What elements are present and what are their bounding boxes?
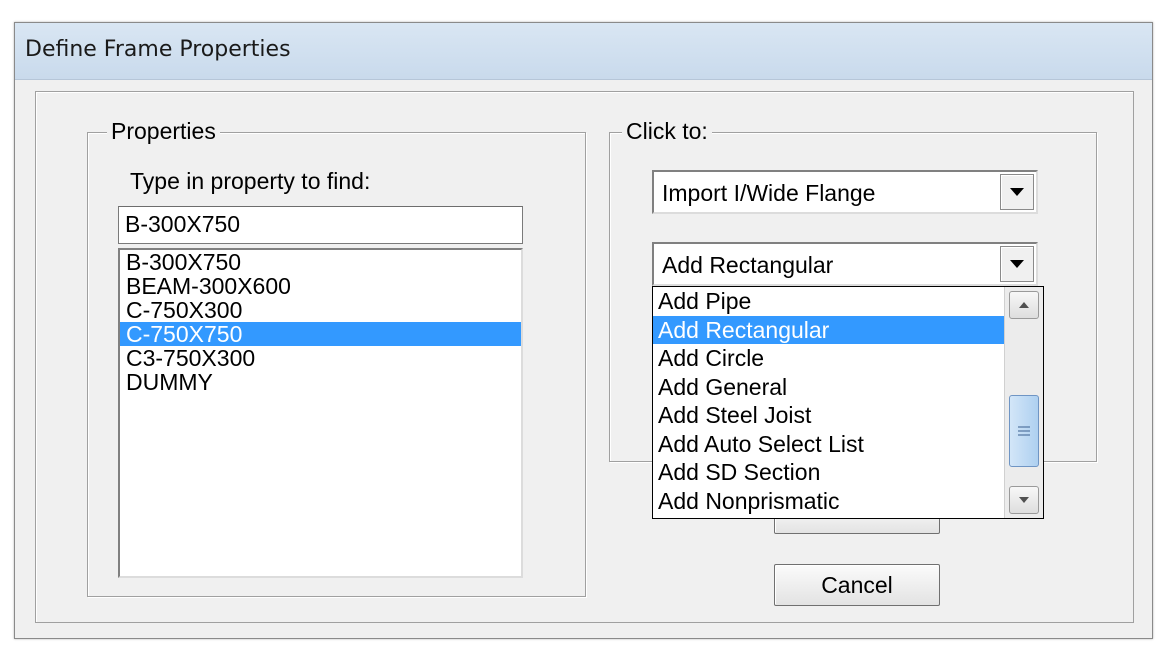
dropdown-item[interactable]: Add Steel Joist (653, 401, 1005, 430)
title-bar[interactable]: Define Frame Properties (15, 23, 1152, 80)
list-item[interactable]: B-300X750 (120, 250, 521, 274)
add-combo-dropdown-button[interactable] (1000, 246, 1034, 282)
dropdown-item[interactable]: Add Pipe (653, 287, 1005, 316)
click-to-legend: Click to: (622, 118, 712, 145)
scroll-down-button[interactable] (1009, 486, 1039, 514)
add-combo-value: Add Rectangular (662, 252, 834, 278)
dropdown-scrollbar[interactable] (1004, 287, 1043, 518)
import-combo-value: Import I/Wide Flange (662, 180, 876, 206)
scroll-thumb[interactable] (1009, 395, 1039, 467)
dropdown-item[interactable]: Add Auto Select List (653, 430, 1005, 459)
dropdown-item[interactable]: Add SD Section (653, 458, 1005, 487)
chevron-down-icon (1019, 497, 1029, 503)
add-section-dropdown-list[interactable]: Add Pipe Add Rectangular Add Circle Add … (652, 286, 1044, 519)
find-property-label: Type in property to find: (130, 168, 371, 194)
list-item[interactable]: DUMMY (120, 370, 521, 394)
list-item-selected[interactable]: C-750X750 (120, 322, 521, 346)
find-property-input[interactable]: B-300X750 (118, 206, 523, 244)
dropdown-item[interactable]: Add Circle (653, 344, 1005, 373)
chevron-down-icon (1010, 260, 1024, 268)
list-item[interactable]: C3-750X300 (120, 346, 521, 370)
list-item[interactable]: C-750X300 (120, 298, 521, 322)
dialog-client-area: Properties Type in property to find: B-3… (35, 91, 1134, 623)
chevron-down-icon (1010, 188, 1024, 196)
scroll-up-button[interactable] (1009, 291, 1039, 319)
define-frame-properties-dialog: Define Frame Properties Properties Type … (14, 22, 1153, 639)
dropdown-item[interactable]: Add General (653, 373, 1005, 402)
chevron-up-icon (1019, 302, 1029, 308)
dropdown-item[interactable]: Add Nonprismatic (653, 487, 1005, 516)
import-section-combo[interactable]: Import I/Wide Flange (652, 170, 1038, 214)
properties-group: Properties Type in property to find: B-3… (87, 118, 586, 597)
dropdown-item-selected[interactable]: Add Rectangular (653, 315, 1005, 344)
properties-legend: Properties (107, 118, 220, 145)
grip-icon (1018, 426, 1030, 436)
cancel-button[interactable]: Cancel (774, 564, 940, 606)
window-title: Define Frame Properties (25, 37, 291, 62)
add-section-combo[interactable]: Add Rectangular (652, 242, 1038, 286)
list-item[interactable]: BEAM-300X600 (120, 274, 521, 298)
import-combo-dropdown-button[interactable] (1000, 174, 1034, 210)
properties-list[interactable]: B-300X750 BEAM-300X600 C-750X300 C-750X7… (118, 248, 523, 578)
